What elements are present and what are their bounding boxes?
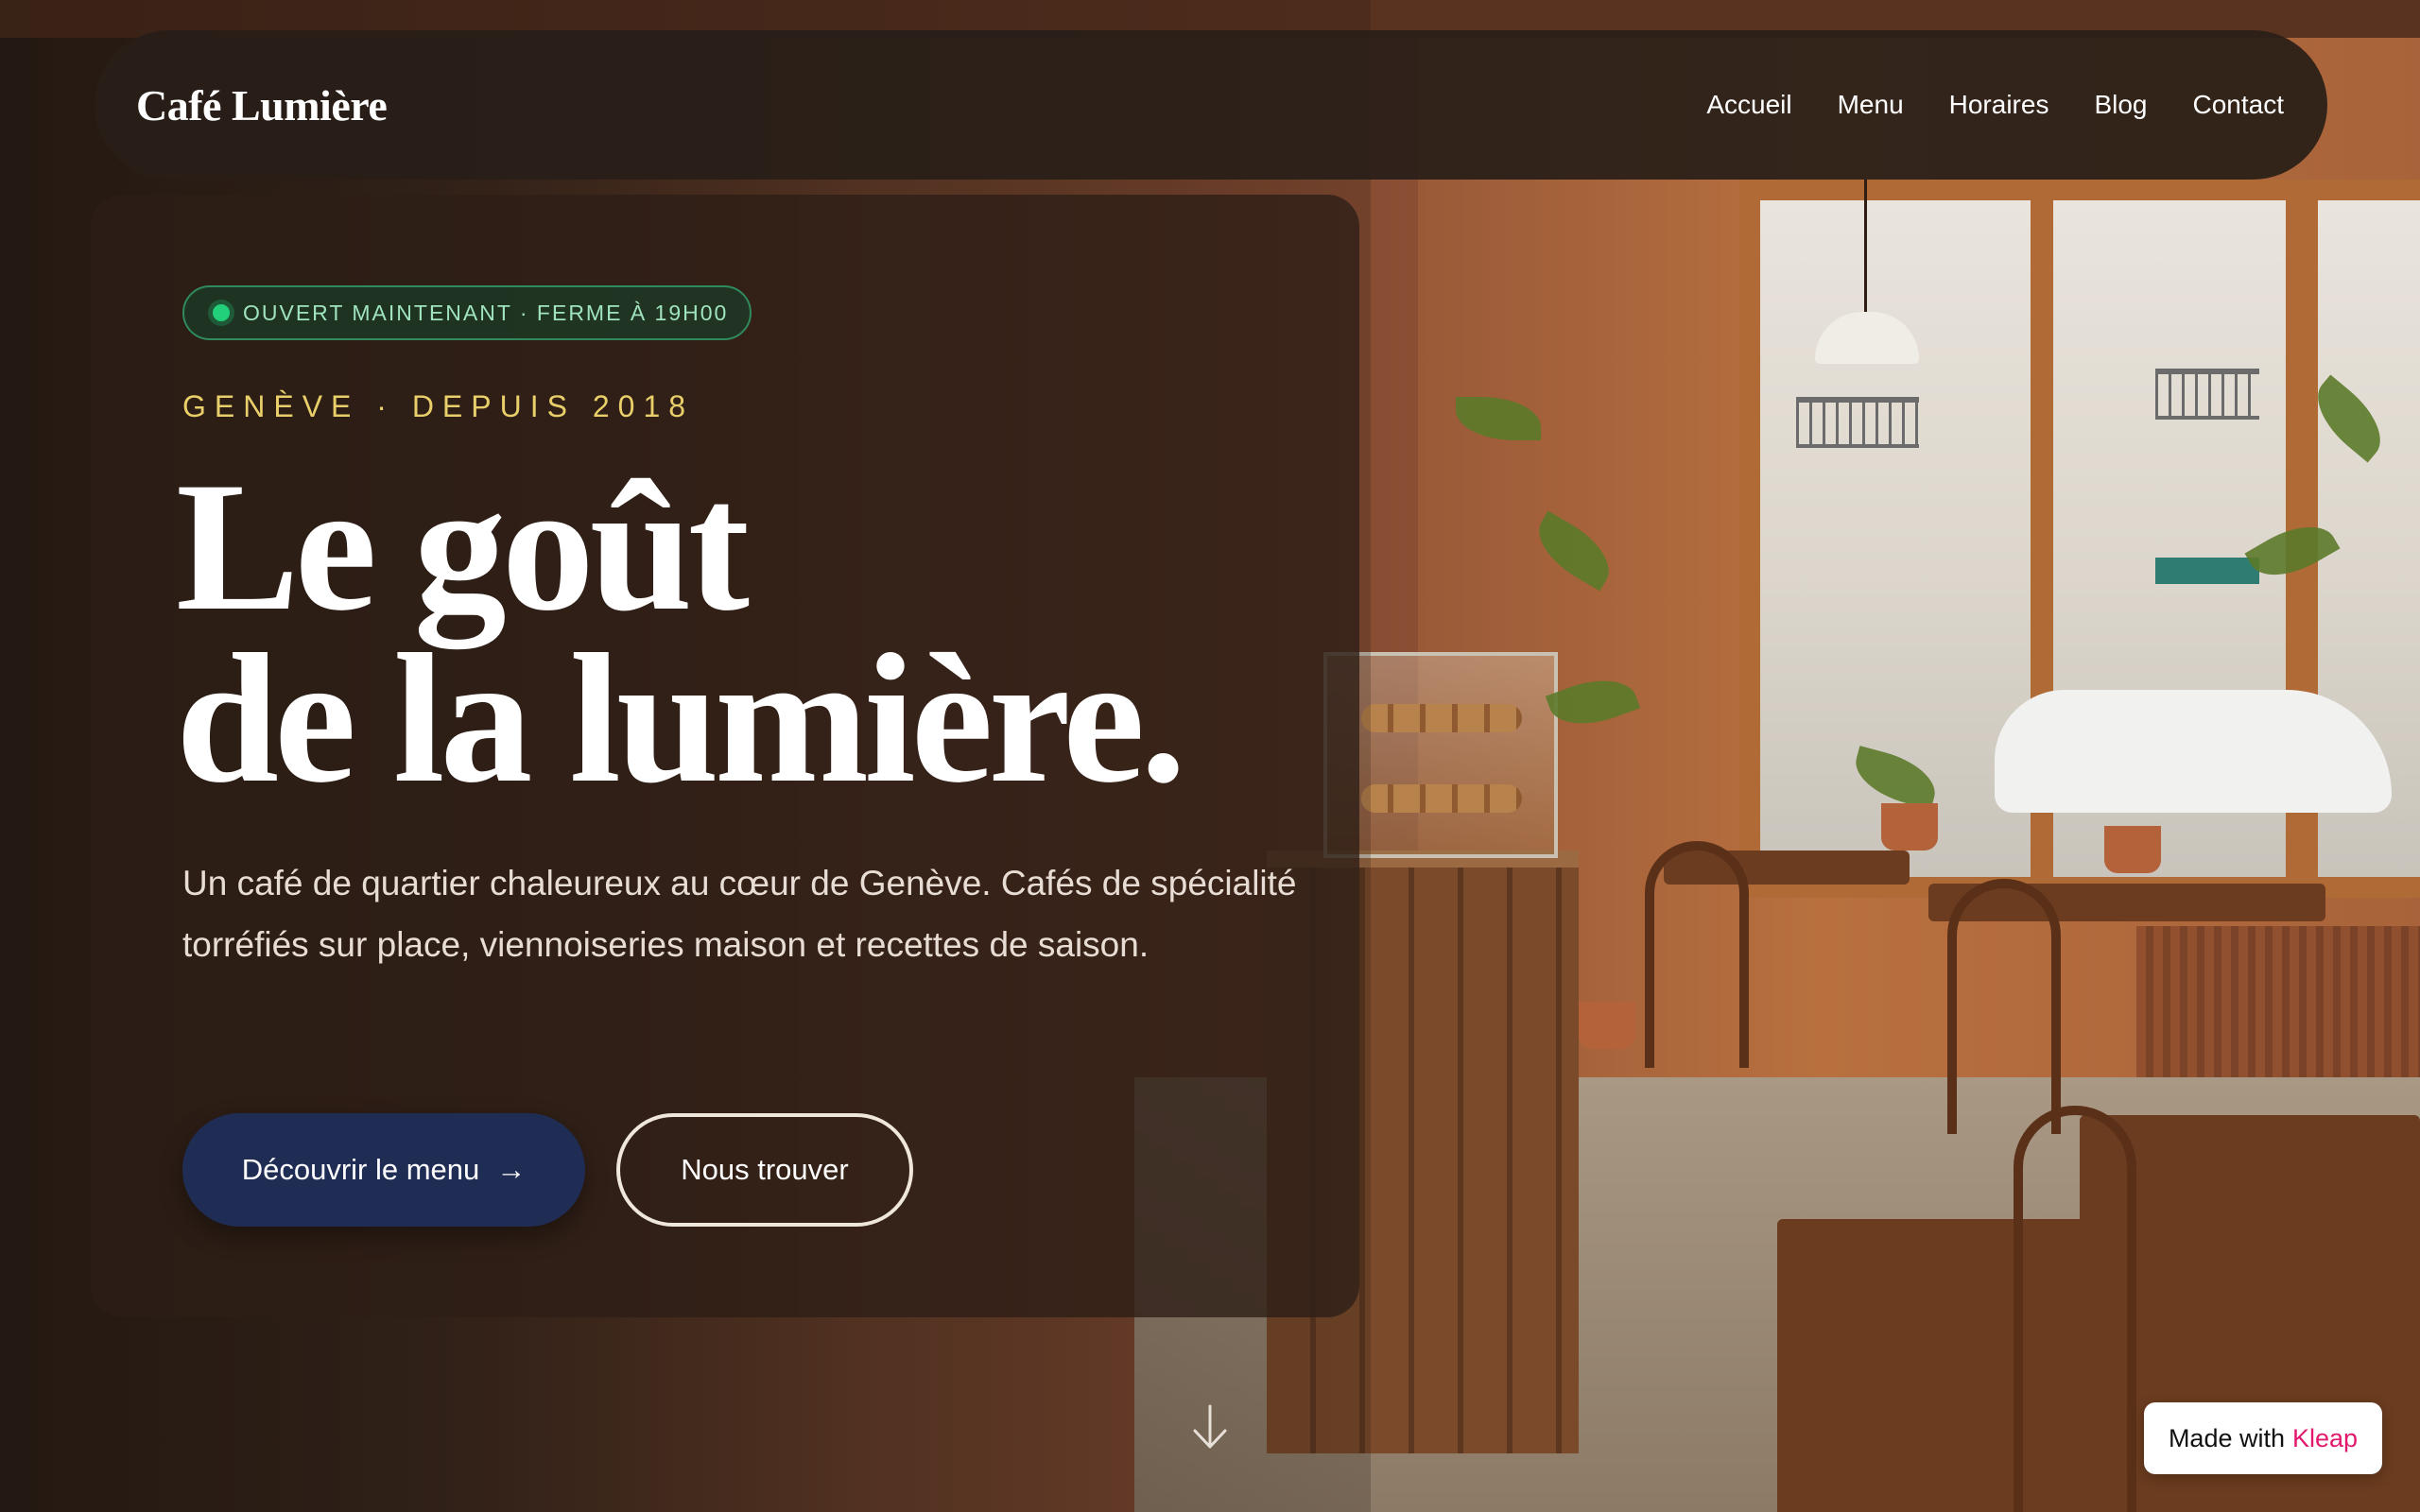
status-text: OUVERT MAINTENANT · FERME À 19H00 <box>243 300 729 325</box>
pastry-row <box>1361 784 1522 813</box>
building-balcony <box>2155 369 2259 420</box>
top-navbar: Café Lumière Accueil Menu Horaires Blog … <box>95 30 2327 180</box>
find-us-label: Nous trouver <box>681 1153 849 1186</box>
open-status-badge: OUVERT MAINTENANT · FERME À 19H00 <box>182 285 752 340</box>
bentwood-chair <box>2014 1106 2136 1512</box>
plant-pot <box>1579 1002 1635 1049</box>
badge-prefix: Made with <box>2168 1423 2285 1452</box>
nav-link-contact[interactable]: Contact <box>2193 90 2285 120</box>
brand-logo[interactable]: Café Lumière <box>136 80 388 130</box>
nav-links: Accueil Menu Horaires Blog Contact <box>1706 90 2284 120</box>
hero-headline: Le goût de la lumière. <box>176 455 1186 812</box>
headline-line-2: de la lumière. <box>176 616 1186 821</box>
discover-menu-button[interactable]: Découvrir le menu → <box>182 1113 585 1227</box>
arrow-right-icon: → <box>496 1153 527 1186</box>
nav-link-menu[interactable]: Menu <box>1838 90 1904 120</box>
street-awning <box>2155 558 2259 584</box>
hero-kicker: GENÈVE · DEPUIS 2018 <box>182 389 695 423</box>
plant-pot <box>1881 803 1938 850</box>
discover-menu-label: Découvrir le menu <box>241 1153 480 1186</box>
made-with-kleap-badge[interactable]: Made with Kleap <box>2144 1402 2382 1474</box>
nav-link-accueil[interactable]: Accueil <box>1706 90 1791 120</box>
find-us-button[interactable]: Nous trouver <box>616 1113 913 1227</box>
bentwood-chair <box>1947 879 2061 1134</box>
badge-brand: Kleap <box>2292 1423 2359 1452</box>
hero-description: Un café de quartier chaleureux au cœur d… <box>182 864 1297 964</box>
building-balcony <box>1796 397 1919 448</box>
lamp-cord <box>1864 180 1867 312</box>
status-dot-icon <box>213 304 230 321</box>
plant-pot <box>2104 826 2161 873</box>
bentwood-chair <box>1645 841 1749 1068</box>
street-car <box>1995 690 2392 813</box>
nav-link-blog[interactable]: Blog <box>2094 90 2147 120</box>
nav-link-horaires[interactable]: Horaires <box>1949 90 2049 120</box>
arrow-down-icon[interactable] <box>1190 1404 1230 1450</box>
pastry-row <box>1361 704 1522 732</box>
